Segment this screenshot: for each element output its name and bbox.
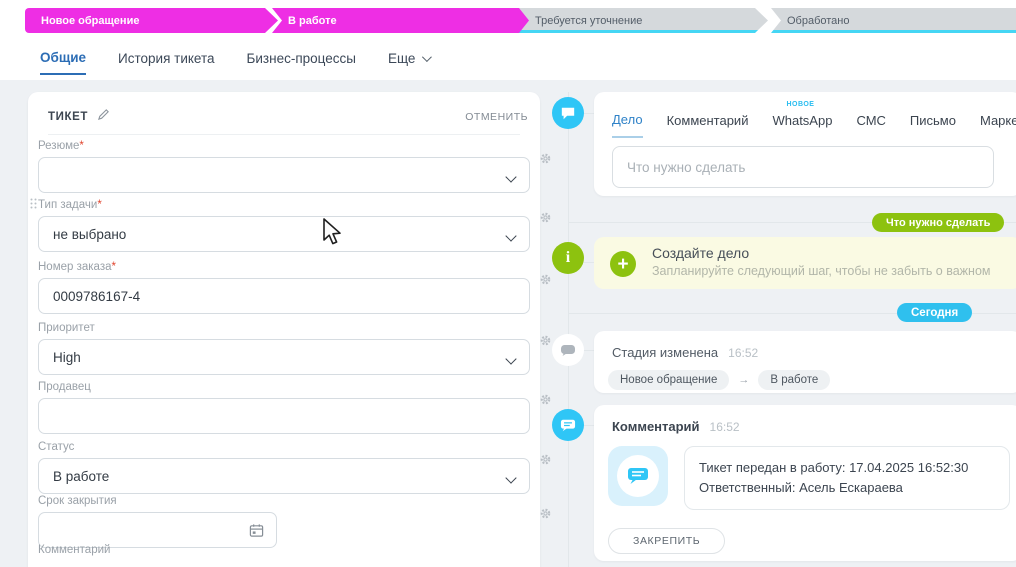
cancel-button[interactable]: ОТМЕНИТЬ: [465, 111, 528, 123]
ticket-form-card: ТИКЕТ ОТМЕНИТЬ Резюме* Тип задачи*: [28, 92, 540, 567]
event-time: 16:52: [710, 420, 740, 434]
info-subtitle: Запланируйте следующий шаг, чтобы не заб…: [594, 261, 1016, 278]
tl-tab-comment[interactable]: Комментарий: [667, 112, 749, 138]
field-priority: Приоритет High: [38, 322, 530, 375]
mouse-cursor: [322, 218, 344, 253]
stage-change-icon: [552, 334, 584, 366]
chevron-down-icon: [505, 353, 516, 364]
task-type-select[interactable]: не выбрано: [38, 216, 530, 252]
gear-icon[interactable]: [539, 152, 552, 170]
field-seller: Продавец: [38, 381, 530, 434]
pin-button[interactable]: ЗАКРЕПИТЬ: [608, 528, 725, 554]
comment-icon: [552, 409, 584, 441]
tl-tab-market[interactable]: Маркет: [980, 112, 1016, 138]
tab-general[interactable]: Общие: [40, 50, 86, 75]
tab-ticket-history[interactable]: История тикета: [118, 50, 214, 75]
field-task-type: Тип задачи* не выбрано: [38, 199, 530, 252]
stage-processed[interactable]: Обработано: [771, 8, 1016, 33]
comment-avatar: [608, 446, 668, 506]
stage-in-progress[interactable]: В работе: [272, 8, 540, 33]
info-title: Создайте дело: [594, 237, 1016, 261]
tab-business-processes[interactable]: Бизнес-процессы: [247, 50, 356, 75]
field-resume: Резюме*: [38, 140, 530, 193]
comment-event-card: Комментарий 16:52 Тикет передан в работу…: [594, 405, 1016, 561]
tl-tab-whatsapp[interactable]: НОВОЕ WhatsApp: [772, 112, 832, 138]
drag-handle-icon[interactable]: [30, 197, 37, 215]
seller-input[interactable]: [38, 398, 530, 434]
tab-more[interactable]: Еще: [388, 50, 429, 75]
chevron-down-icon: [505, 230, 516, 241]
event-time: 16:52: [728, 346, 758, 360]
order-number-input[interactable]: 0009786167-4: [38, 278, 530, 314]
calendar-icon[interactable]: [249, 523, 264, 541]
stage-from-pill: Новое обращение: [608, 370, 729, 390]
status-select[interactable]: В работе: [38, 458, 530, 494]
timeline-tabs: Дело Комментарий НОВОЕ WhatsApp СМС Пись…: [594, 92, 1016, 138]
timeline-rail: [568, 92, 569, 567]
gear-icon[interactable]: [539, 273, 552, 291]
stage-change-event-card: Стадия изменена 16:52 Новое обращение → …: [594, 331, 1016, 393]
field-comment: Комментарий: [38, 544, 530, 561]
divider: [48, 134, 520, 135]
field-label: Комментарий: [38, 544, 110, 556]
tl-tab-letter[interactable]: Письмо: [910, 112, 956, 138]
form-title: ТИКЕТ: [48, 111, 88, 123]
gear-icon[interactable]: [539, 334, 552, 352]
closing-date-input[interactable]: [38, 512, 277, 548]
field-label: Тип задачи: [38, 199, 97, 211]
chevron-down-icon: [505, 472, 516, 483]
field-label: Статус: [38, 441, 74, 453]
new-badge: НОВОЕ: [786, 101, 814, 108]
arrow-right-icon: →: [738, 374, 749, 386]
field-label: Резюме: [38, 140, 79, 152]
field-label: Продавец: [38, 381, 91, 393]
crm-ticket-page: Новое обращение В работе Требуется уточн…: [0, 0, 1016, 567]
info-icon: i: [552, 242, 584, 274]
field-label: Срок закрытия: [38, 495, 117, 507]
priority-select[interactable]: High: [38, 339, 530, 375]
field-label: Приоритет: [38, 322, 95, 334]
stage-pipeline: Новое обращение В работе Требуется уточн…: [25, 8, 1016, 33]
today-badge[interactable]: Сегодня: [897, 303, 972, 322]
resume-select[interactable]: [38, 157, 530, 193]
gear-icon[interactable]: [539, 507, 552, 525]
stage-to-pill: В работе: [758, 370, 830, 390]
edit-pencil-icon[interactable]: [97, 108, 110, 126]
chevron-down-icon: [505, 171, 516, 182]
plus-icon[interactable]: +: [610, 251, 636, 277]
event-title: Комментарий: [612, 419, 700, 434]
todo-input[interactable]: [612, 146, 994, 188]
create-activity-card[interactable]: + Создайте дело Запланируйте следующий ш…: [594, 237, 1016, 289]
stage-label: Обработано: [787, 15, 850, 27]
stage-new[interactable]: Новое обращение: [25, 8, 278, 33]
tl-tab-sms[interactable]: СМС: [856, 112, 885, 138]
stage-clarification[interactable]: Требуется уточнение: [519, 8, 768, 33]
gear-icon[interactable]: [539, 211, 552, 229]
form-header: ТИКЕТ ОТМЕНИТЬ: [48, 104, 528, 130]
comment-text: Тикет передан в работу: 17.04.2025 16:52…: [684, 446, 1010, 510]
chevron-down-icon: [422, 52, 432, 62]
stage-label: Новое обращение: [41, 15, 139, 27]
field-status: Статус В работе: [38, 441, 530, 494]
stage-label: Требуется уточнение: [535, 15, 642, 27]
event-title: Стадия изменена: [612, 345, 718, 360]
page-tabs: Общие История тикета Бизнес-процессы Еще: [40, 50, 429, 75]
field-closing-date: Срок закрытия: [38, 495, 530, 548]
field-order-number: Номер заказа* 0009786167-4: [38, 261, 530, 314]
chat-bubble-icon: [627, 466, 649, 486]
tl-tab-deal[interactable]: Дело: [612, 112, 643, 138]
field-label: Номер заказа: [38, 261, 111, 273]
stage-label: В работе: [288, 15, 337, 27]
gear-icon[interactable]: [539, 453, 552, 471]
todo-badge[interactable]: Что нужно сделать: [872, 213, 1004, 232]
gear-icon[interactable]: [539, 393, 552, 411]
timeline-composer-card: Дело Комментарий НОВОЕ WhatsApp СМС Пись…: [594, 92, 1016, 196]
chat-bubble-icon: [552, 97, 584, 129]
